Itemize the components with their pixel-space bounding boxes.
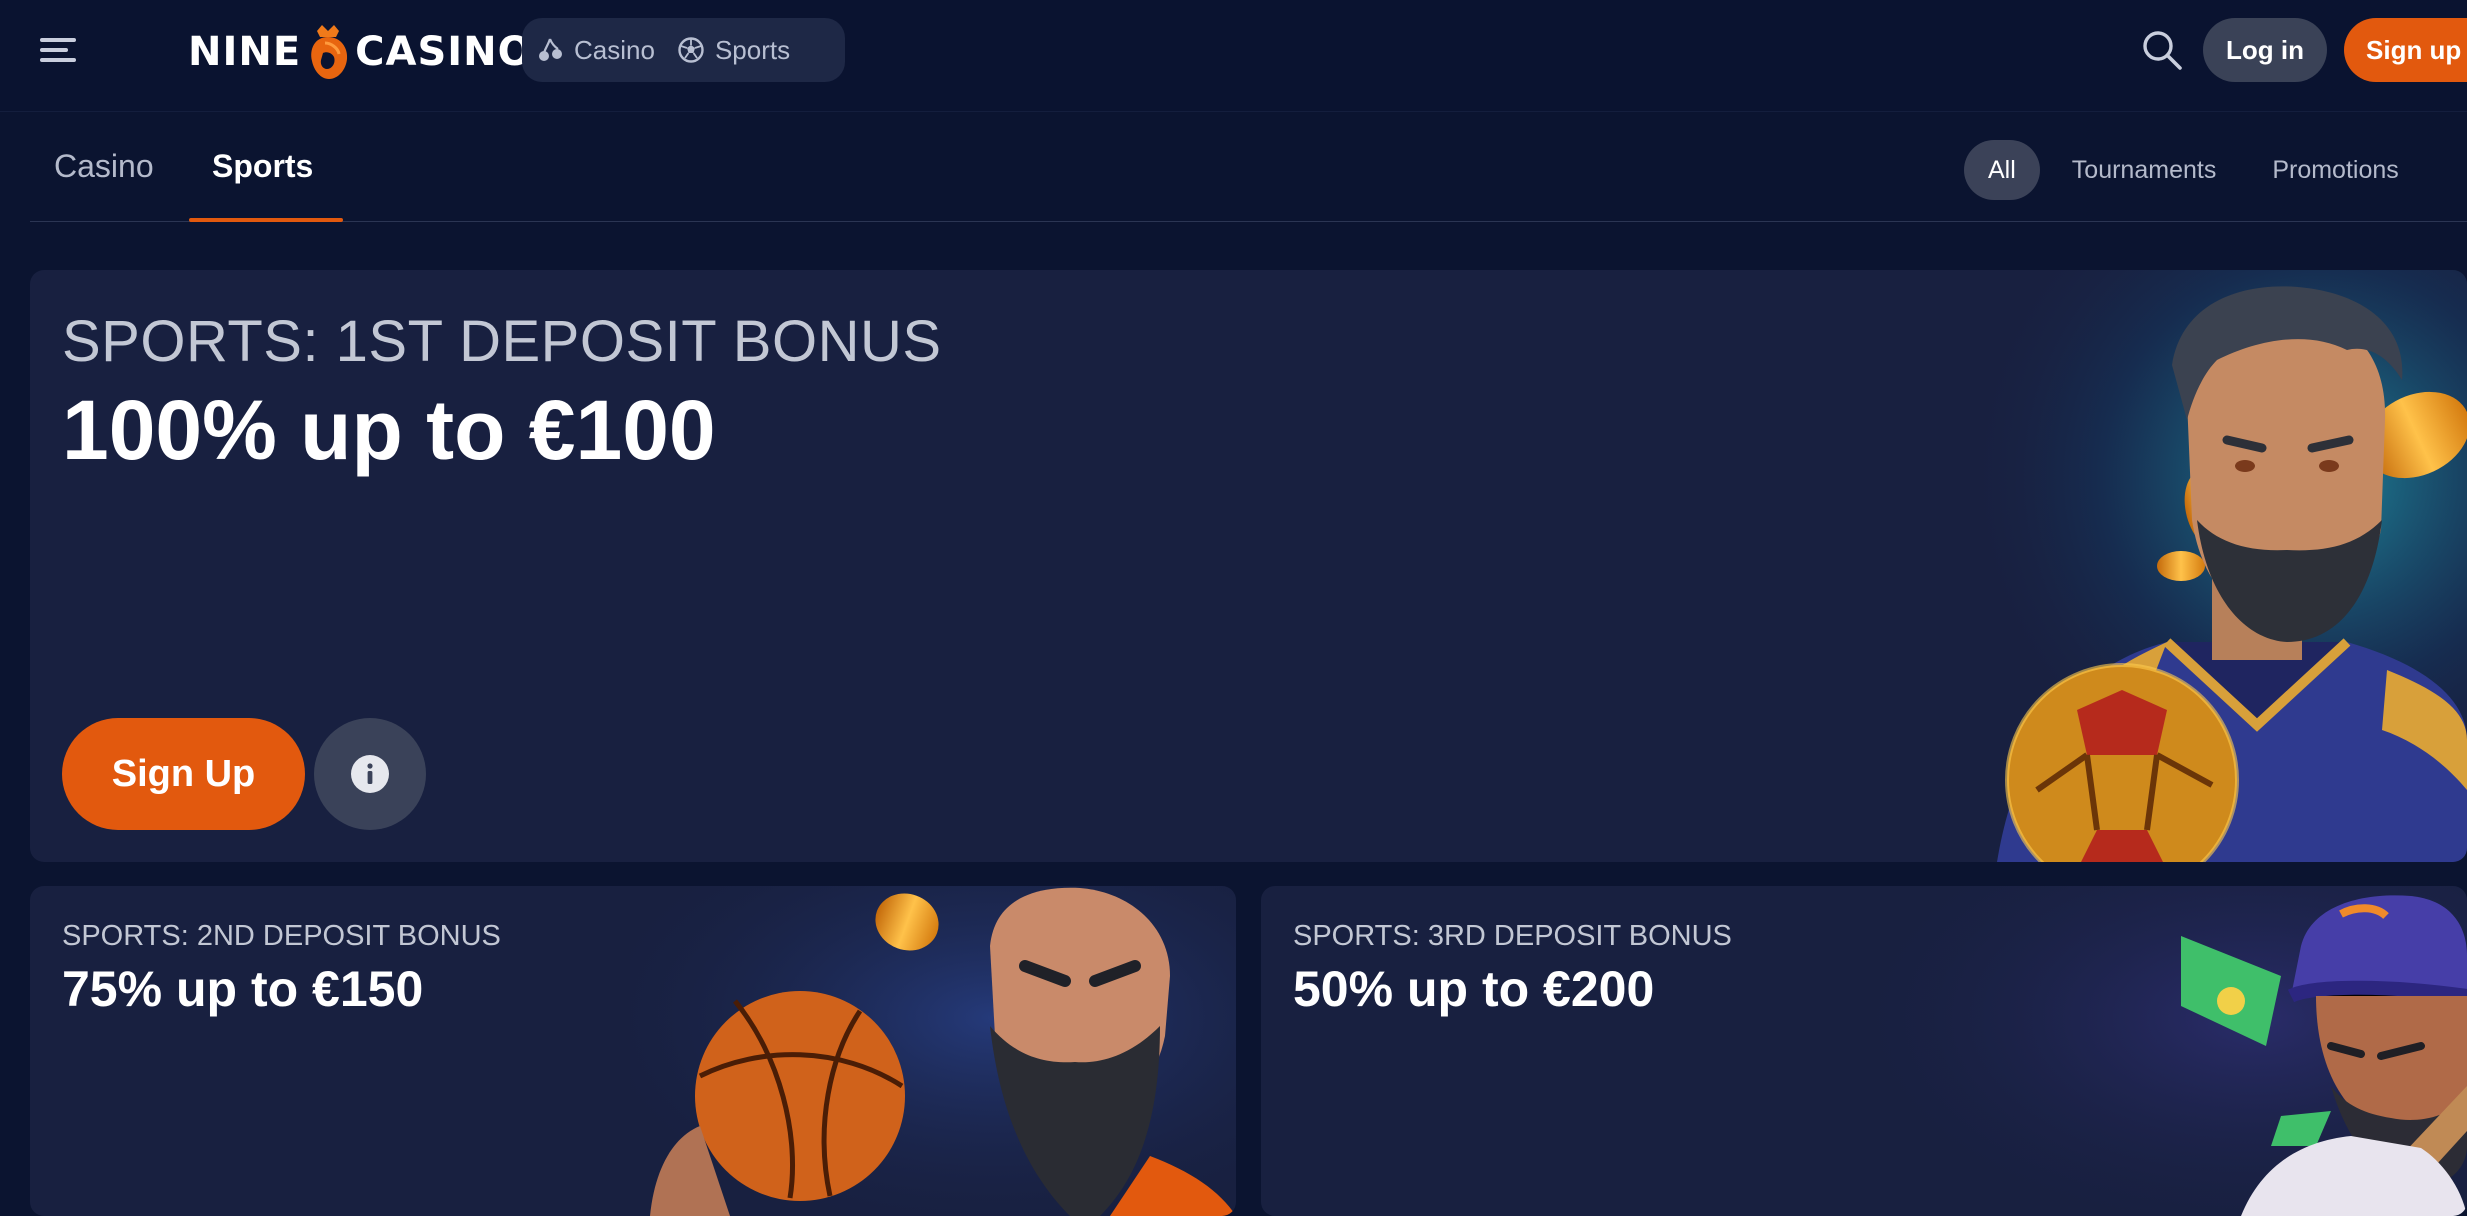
vertical-casino-link[interactable]: Casino — [536, 35, 655, 66]
footballer-mascot-illustration — [1867, 270, 2467, 862]
lion-logo-icon — [311, 25, 348, 79]
promo-card-3rd-deposit[interactable]: SPORTS: 3RD DEPOSIT BONUS 50% up to €200 — [1261, 886, 2467, 1216]
login-button[interactable]: Log in — [2203, 18, 2327, 82]
top-header: NINE CASINO Casino Sports Log in Sign up — [0, 0, 2467, 112]
football-icon — [678, 37, 704, 63]
filter-promotions[interactable]: Promotions — [2244, 140, 2426, 200]
promo-subtitle: SPORTS: 1ST DEPOSIT BONUS — [62, 309, 942, 374]
baseball-mascot-illustration — [1861, 886, 2467, 1216]
promo-signup-button[interactable]: Sign Up — [62, 718, 305, 830]
tab-sports[interactable]: Sports — [212, 148, 313, 185]
vertical-casino-label: Casino — [574, 34, 655, 65]
promo-title: 50% up to €200 — [1293, 961, 1655, 1017]
vertical-sports-link[interactable]: Sports — [677, 35, 790, 66]
promo-subtitle: SPORTS: 2ND DEPOSIT BONUS — [62, 920, 501, 952]
cherries-icon — [539, 38, 562, 61]
promo-title: 100% up to €100 — [62, 383, 716, 477]
promo-title: 75% up to €150 — [62, 961, 424, 1017]
info-icon[interactable] — [314, 718, 426, 830]
vertical-sports-label: Sports — [714, 34, 791, 65]
signup-header-button[interactable]: Sign up — [2344, 18, 2467, 82]
logo-text-right: CASINO — [355, 29, 533, 75]
vertical-switcher: Casino Sports — [522, 18, 845, 82]
search-icon[interactable] — [2140, 28, 2184, 72]
nine-casino-logo[interactable]: NINE CASINO — [188, 22, 533, 82]
logo-text-left: NINE — [188, 29, 302, 75]
basketball-mascot-illustration — [630, 886, 1236, 1216]
hamburger-menu-icon[interactable] — [40, 34, 80, 66]
filter-tournaments[interactable]: Tournaments — [2044, 140, 2245, 200]
filter-all[interactable]: All — [1964, 140, 2040, 200]
active-tab-indicator — [189, 218, 343, 222]
promo-subtitle: SPORTS: 3RD DEPOSIT BONUS — [1293, 920, 1732, 952]
promo-card-1st-deposit[interactable]: SPORTS: 1ST DEPOSIT BONUS 100% up to €10… — [30, 270, 2467, 862]
tab-casino[interactable]: Casino — [54, 148, 154, 185]
promo-filters: All Tournaments Promotions — [1964, 140, 2427, 200]
promo-card-2nd-deposit[interactable]: SPORTS: 2ND DEPOSIT BONUS 75% up to €150 — [30, 886, 1236, 1216]
